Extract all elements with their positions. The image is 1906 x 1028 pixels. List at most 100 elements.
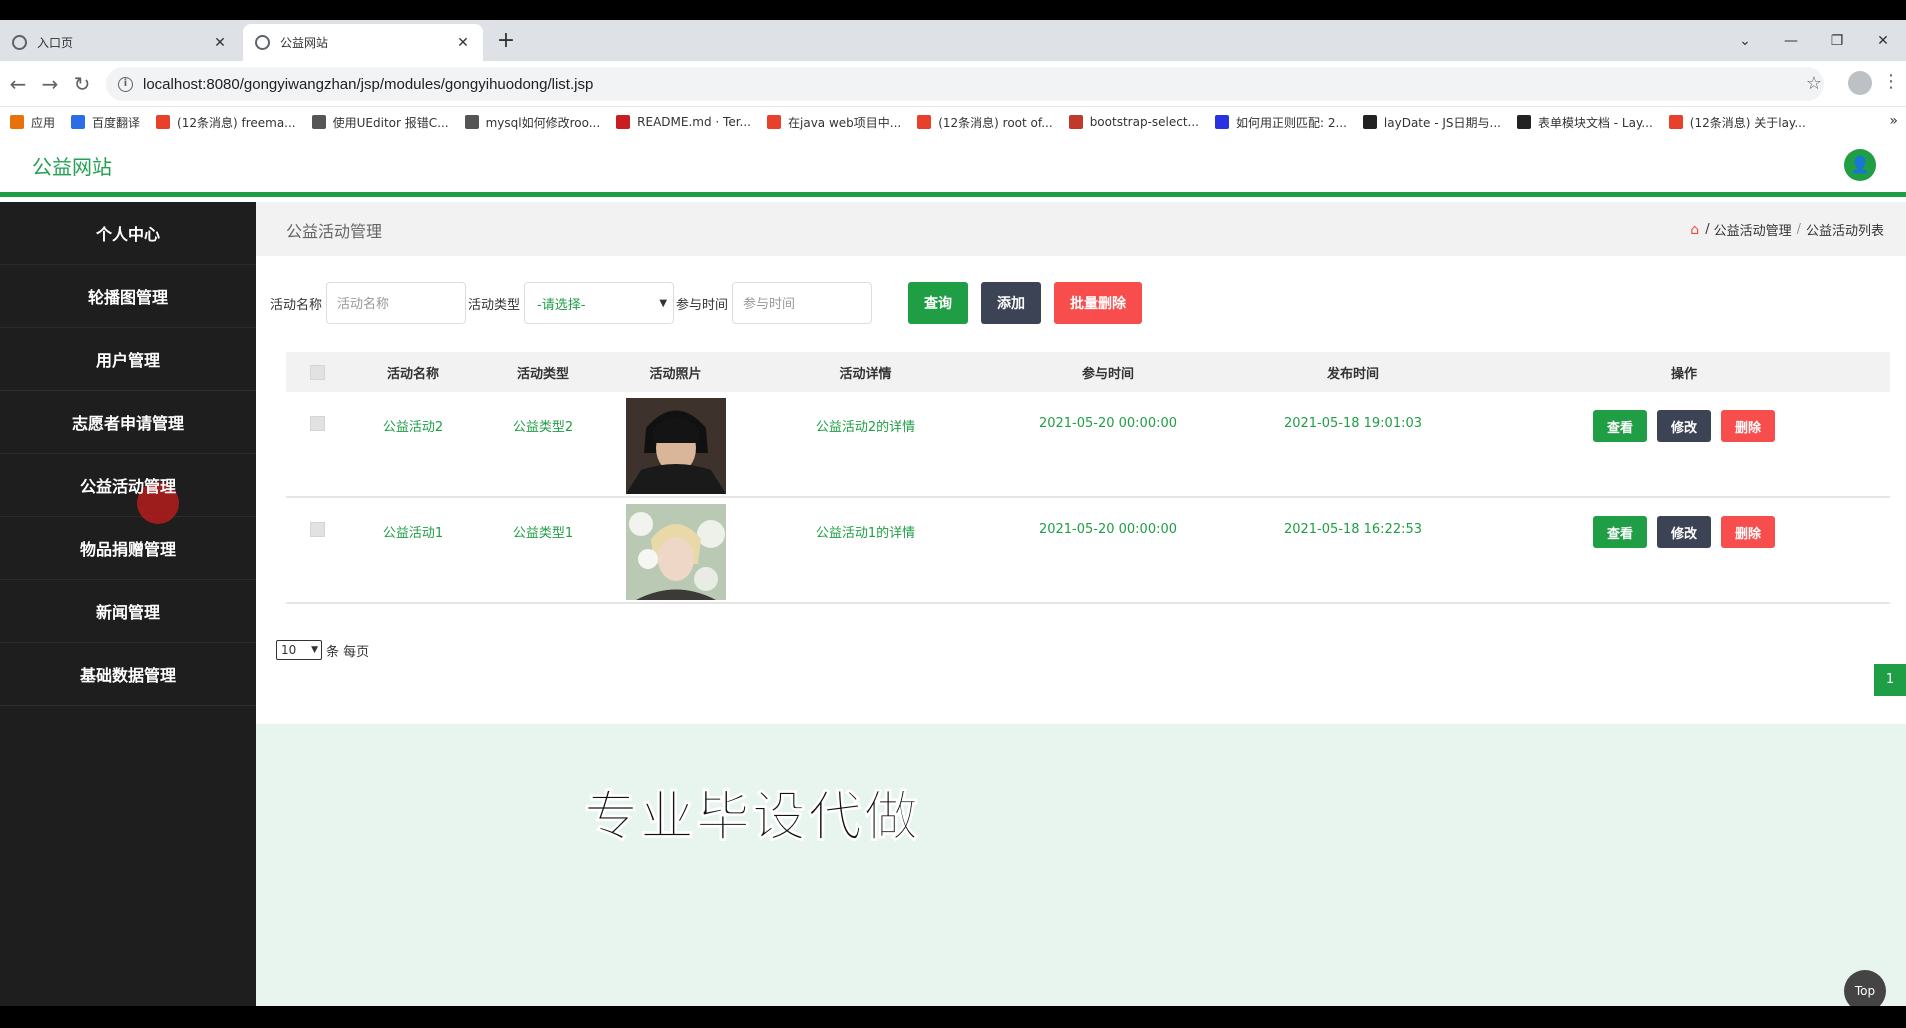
query-button[interactable]: 查询 [908,282,969,324]
table-row: 公益活动1 公益类型1 公益活动1的详情 2021-05-20 00:00:00… [286,498,1890,604]
browser-window: 入口页 ✕ 公益网站 ✕ + ⌄ — ❐ ✕ ← → ↻ i localhost… [0,20,1906,1006]
sidebar-item-volunteer[interactable]: 志愿者申请管理 [0,391,256,454]
bookmark-favicon-icon [1668,115,1683,129]
bookmark-item[interactable]: 使用UEditor 报错C... [311,114,449,131]
bookmark-item[interactable]: 如何用正则匹配: 2... [1214,114,1347,131]
reload-icon[interactable]: ↻ [68,70,96,98]
profile-avatar-icon[interactable] [1848,71,1872,95]
column-header: 发布时间 [1326,366,1379,382]
bookmark-favicon-icon [464,115,479,129]
tab-strip: 入口页 ✕ 公益网站 ✕ + ⌄ — ❐ ✕ [0,20,1906,61]
view-button[interactable]: 查看 [1592,516,1647,548]
search-form: 活动名称 活动类型 -请选择- ▼ 参与时间 查询 添加 批量删除 [270,282,1143,324]
bookmark-item[interactable]: mysql如何修改roo... [464,114,600,131]
address-bar[interactable]: i localhost:8080/gongyiwangzhan/jsp/modu… [106,67,1824,101]
row-checkbox[interactable] [309,522,325,537]
back-arrow-icon[interactable]: ← [4,70,32,98]
select-all-checkbox[interactable] [309,364,325,380]
browser-tab-entry[interactable]: 入口页 ✕ [0,24,240,61]
activity-detail[interactable]: 公益活动1的详情 [743,504,988,541]
bookmark-favicon-icon [1362,115,1377,129]
view-button[interactable]: 查看 [1592,410,1647,442]
activity-name-input[interactable] [326,282,467,324]
activity-photo [625,504,726,600]
home-icon[interactable]: ⌂ [1690,222,1699,238]
activity-name: 公益活动1 [382,526,444,541]
table-header: 活动名称 活动类型 活动照片 活动详情 参与时间 发布时间 操作 [286,352,1890,392]
activity-type: 公益类型1 [512,526,574,541]
join-time: 2021-05-20 00:00:00 [1038,522,1178,537]
back-to-top-button[interactable]: Top [1844,970,1886,1006]
sidebar-item-profile[interactable]: 个人中心 [0,202,256,265]
bookmark-item[interactable]: 表单模块文档 - Lay... [1516,114,1653,131]
bookmark-label: (12条消息) root of... [938,115,1053,130]
bookmark-item[interactable]: (12条消息) 关于lay... [1668,114,1806,131]
forward-arrow-icon[interactable]: → [36,70,64,98]
sidebar-item-carousel[interactable]: 轮播图管理 [0,265,256,328]
sidebar-item-users[interactable]: 用户管理 [0,328,256,391]
page-size-value: 10 [281,643,297,657]
bookmark-favicon-icon [917,115,932,129]
bookmark-label: 使用UEditor 报错C... [332,115,449,130]
delete-button[interactable]: 删除 [1721,516,1776,548]
close-icon[interactable]: ✕ [455,35,471,51]
menu-kebab-icon[interactable]: ⋮ [1882,71,1900,92]
sidebar-item-activities[interactable]: 公益活动管理 [0,454,256,524]
bookmark-favicon-icon [767,115,781,129]
delete-button[interactable]: 删除 [1721,410,1776,442]
url-text[interactable]: localhost:8080/gongyiwangzhan/jsp/module… [143,76,593,93]
publish-time: 2021-05-18 16:22:53 [1283,522,1423,537]
bookmark-item[interactable]: layDate - JS日期与... [1362,114,1501,131]
browser-tab-site[interactable]: 公益网站 ✕ [243,24,483,61]
bookmark-item[interactable]: 百度翻译 [71,114,140,131]
sidebar-item-basedata[interactable]: 基础数据管理 [0,643,256,706]
info-icon[interactable]: i [118,76,133,92]
chevron-down-icon: ▼ [659,297,668,309]
bookmark-star-icon[interactable]: ☆ [1806,73,1822,94]
activity-type-select[interactable]: -请选择- ▼ [524,282,675,324]
activity-photo [625,398,726,494]
sidebar-item-news[interactable]: 新闻管理 [0,580,256,643]
edit-button[interactable]: 修改 [1656,516,1711,548]
bookmark-item[interactable]: bootstrap-select... [1068,115,1199,129]
page-size-select[interactable]: 10 ▼ [276,640,322,660]
column-header: 操作 [1670,366,1697,382]
activity-table: 活动名称 活动类型 活动照片 活动详情 参与时间 发布时间 操作 公益活动2 公… [286,352,1890,604]
activity-detail[interactable]: 公益活动2的详情 [743,398,988,435]
screen-frame: 入口页 ✕ 公益网站 ✕ + ⌄ — ❐ ✕ ← → ↻ i localhost… [0,0,1906,1028]
bookmark-label: (12条消息) freema... [177,115,296,130]
content-panel: 活动名称 活动类型 -请选择- ▼ 参与时间 查询 添加 批量删除 活动名称 活… [256,256,1906,724]
bookmark-label: 表单模块文档 - Lay... [1537,115,1653,130]
bookmark-item[interactable]: README.md · Ter... [616,115,751,129]
join-time-input[interactable] [732,282,873,324]
row-checkbox[interactable] [309,416,325,431]
sidebar-item-label: 志愿者申请管理 [71,414,184,433]
bookmark-label: 百度翻译 [92,115,141,130]
batch-delete-button[interactable]: 批量删除 [1054,282,1143,324]
close-icon[interactable]: ✕ [212,35,228,51]
bookmarks-overflow-icon[interactable]: » [1889,113,1898,129]
close-window-icon[interactable]: ✕ [1860,33,1906,49]
sidebar-item-donations[interactable]: 物品捐赠管理 [0,517,256,580]
select-value: -请选择- [537,297,586,313]
add-button[interactable]: 添加 [981,282,1042,324]
minimize-icon[interactable]: — [1768,33,1814,49]
breadcrumb-item[interactable]: 公益活动管理 [1714,220,1792,239]
bookmark-item[interactable]: (12条消息) root of... [917,114,1053,131]
site-title[interactable]: 公益网站 [32,151,112,180]
new-tab-button[interactable]: + [494,28,518,53]
apps-grid-icon [10,115,24,129]
user-icon[interactable]: 👤 [1844,149,1876,181]
restore-icon[interactable]: ❐ [1814,33,1860,49]
page-number-button[interactable]: 1 [1874,664,1906,696]
bookmark-item[interactable]: 在java web项目中... [767,114,901,131]
tab-search-icon[interactable]: ⌄ [1722,33,1768,49]
edit-button[interactable]: 修改 [1656,410,1711,442]
per-page-label: 条 每页 [326,644,370,660]
bookmark-favicon-icon [616,115,631,129]
bookmark-item[interactable]: (12条消息) freema... [156,114,296,131]
bookmark-item[interactable]: 应用 [10,114,55,131]
sidebar-item-label: 基础数据管理 [79,666,176,685]
table-row: 公益活动2 公益类型2 公益活动2的详情 2021-05-20 00:00:00… [286,392,1890,498]
bookmark-favicon-icon [1214,115,1229,129]
